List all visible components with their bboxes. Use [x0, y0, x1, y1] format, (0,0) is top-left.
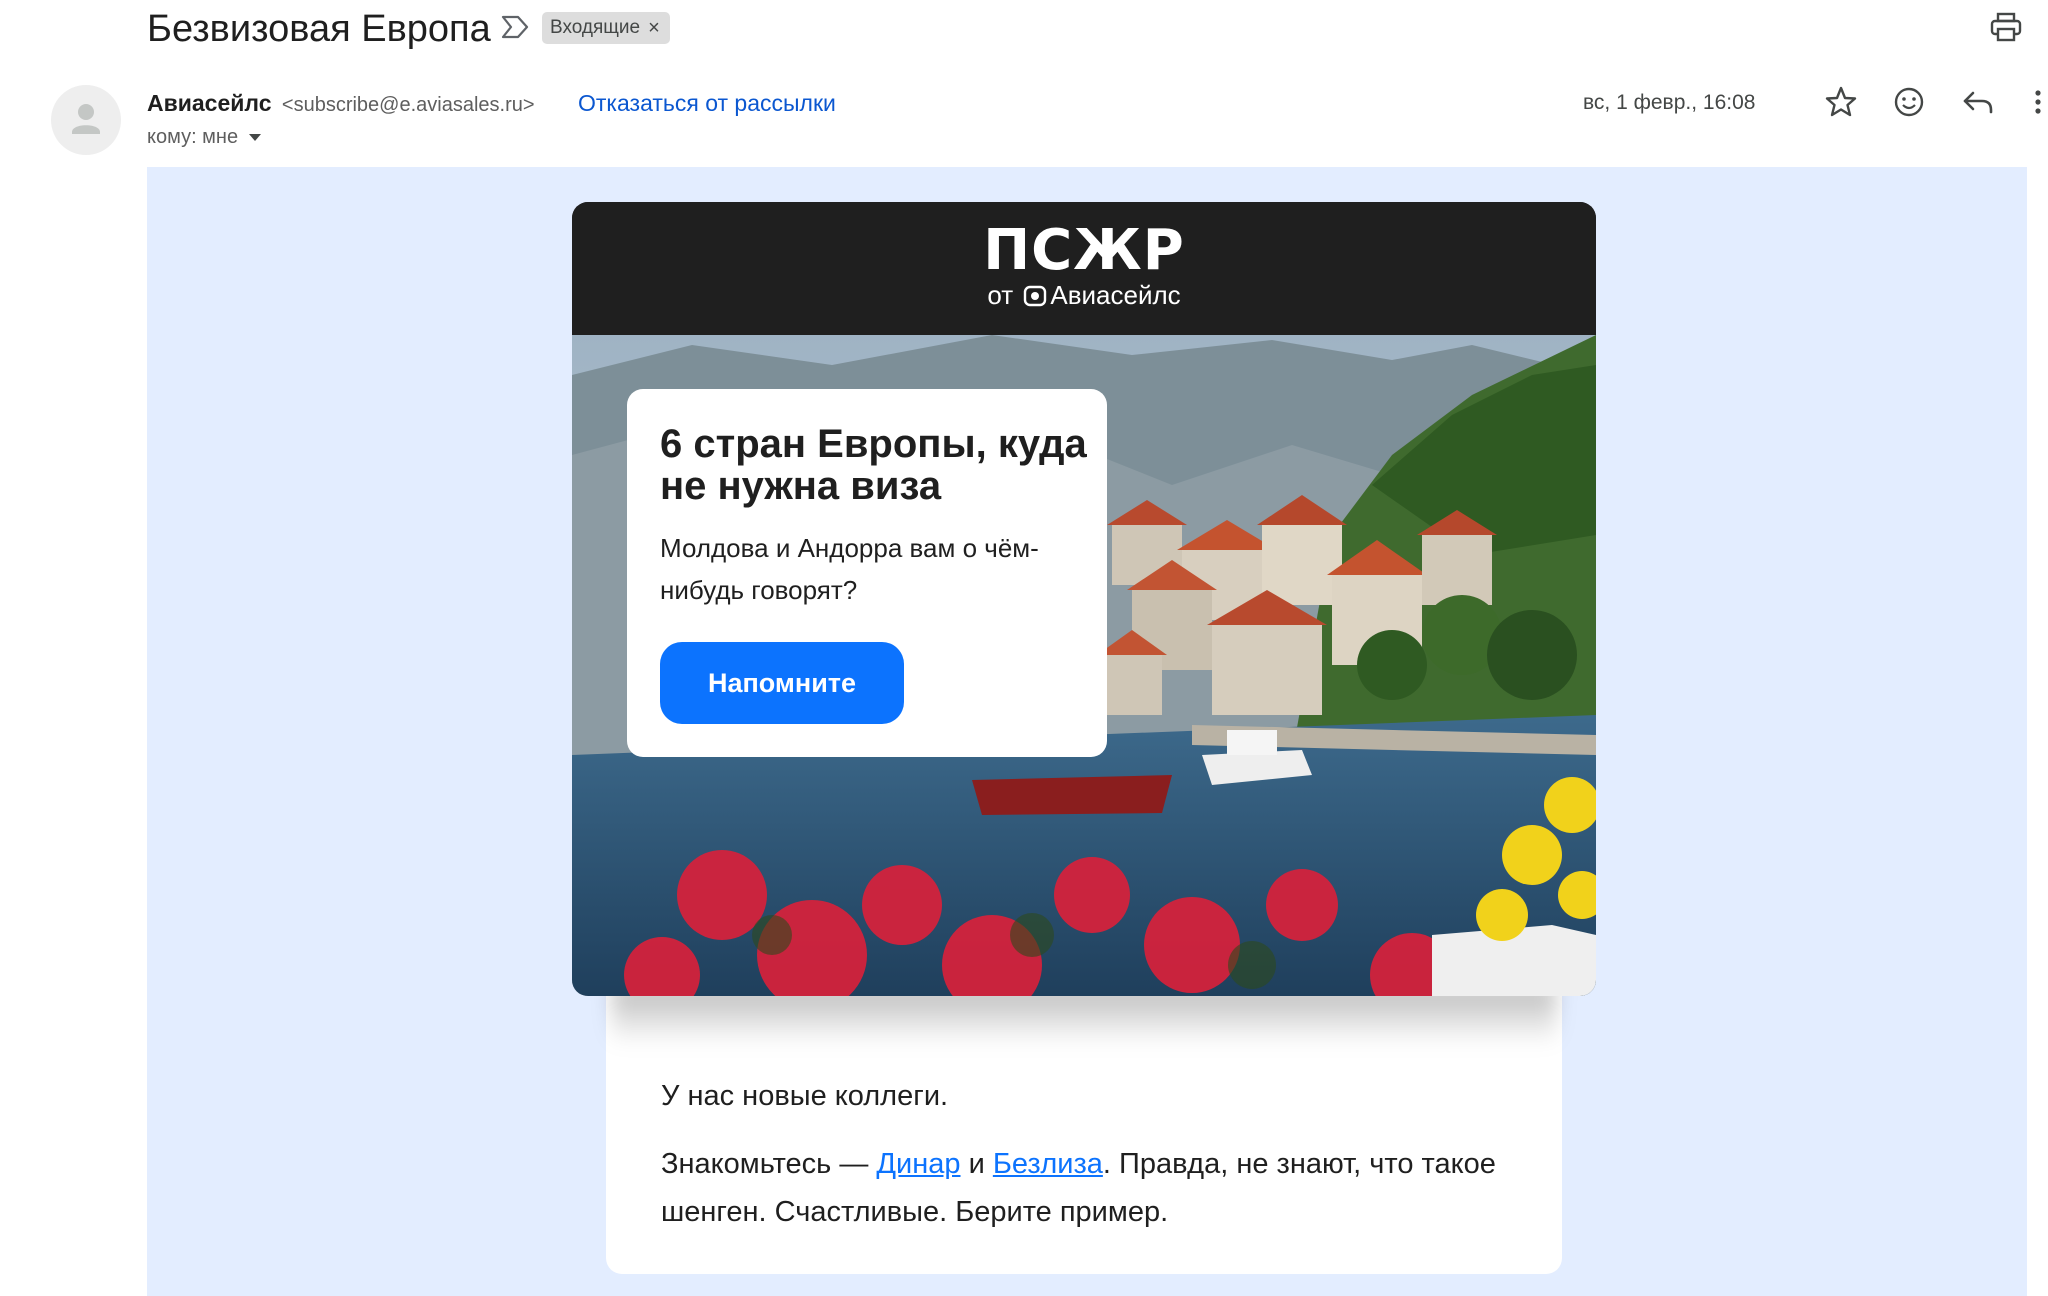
default-avatar-icon	[72, 104, 100, 134]
newsletter-header: ПСЖР от Авиасейлс	[572, 202, 1596, 335]
para2-mid: и	[960, 1148, 993, 1180]
important-marker-icon[interactable]	[500, 14, 530, 40]
recipient-text: кому: мне	[147, 126, 239, 148]
link-dinar[interactable]: Динар	[876, 1148, 960, 1180]
label-chip-inbox[interactable]: Входящие ×	[542, 12, 670, 44]
sender-name[interactable]: Авиасейлс	[147, 90, 272, 116]
chevron-down-icon[interactable]	[248, 132, 262, 142]
remove-label-icon[interactable]: ×	[648, 17, 660, 40]
emoji-reaction-icon[interactable]	[1891, 84, 1927, 120]
brand-logo: ПСЖР	[983, 218, 1185, 283]
star-icon[interactable]	[1823, 84, 1859, 120]
brand-by: от	[987, 280, 1014, 310]
print-icon[interactable]	[1989, 10, 2023, 44]
email-date: вс, 1 февр., 16:08	[1583, 91, 1756, 114]
email-subject: Безвизовая Европа	[147, 8, 491, 50]
sender-avatar[interactable]	[51, 85, 121, 155]
brand-company: Авиасейлс	[1050, 280, 1181, 310]
unsubscribe-link[interactable]: Отказаться от рассылки	[578, 88, 836, 118]
reply-icon[interactable]	[1960, 84, 1996, 120]
sender-line: Авиасейлс <subscribe@e.aviasales.ru>	[147, 88, 535, 120]
promo-title: 6 стран Европы, куда не нужна виза	[660, 422, 1087, 508]
link-bezliza[interactable]: Безлиза	[993, 1148, 1103, 1180]
label-chip-text: Входящие	[550, 17, 641, 38]
body-paragraph-1: У нас новые коллеги.	[661, 1080, 949, 1112]
promo-box: 6 стран Европы, куда не нужна виза Молдо…	[627, 389, 1107, 757]
sender-email: <subscribe@e.aviasales.ru>	[281, 94, 535, 116]
promo-text: Молдова и Андорра вам о чём-нибудь говор…	[660, 533, 1039, 605]
brand-subtitle: от Авиасейлс	[572, 279, 1596, 311]
aviasales-logo-icon	[1024, 285, 1047, 307]
body-paragraph-2: Знакомьтесь — Динар и Безлиза. Правда, н…	[661, 1140, 1501, 1236]
remind-button[interactable]: Напомните	[660, 642, 904, 724]
newsletter-hero-card: ПСЖР от Авиасейлс 6 стран Европы, куда н…	[572, 202, 1596, 996]
recipient-details[interactable]: кому: мне	[147, 124, 262, 150]
para2-lead: Знакомьтесь —	[661, 1148, 877, 1180]
more-vert-icon[interactable]	[2028, 84, 2048, 120]
